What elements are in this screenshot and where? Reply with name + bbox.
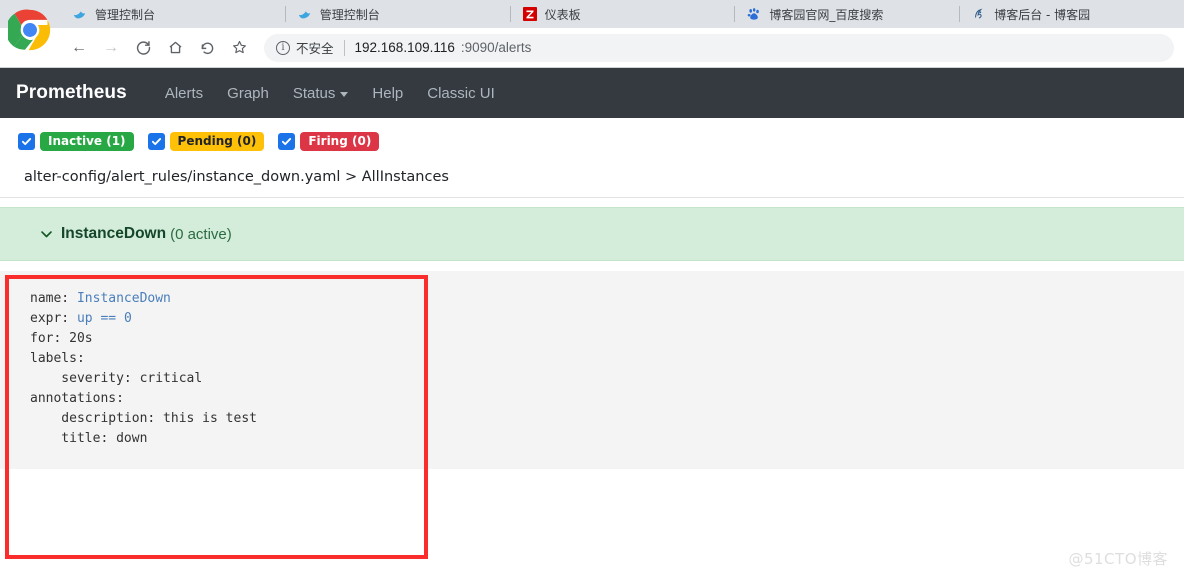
prometheus-navbar: Prometheus Alerts Graph Status Help Clas… bbox=[0, 68, 1184, 118]
browser-tab-4[interactable]: 博客后台 - 博客园 bbox=[959, 0, 1184, 28]
alert-rule-name: InstanceDown bbox=[61, 225, 167, 242]
nav-label: Alerts bbox=[164, 84, 204, 102]
chrome-logo-slot bbox=[0, 0, 60, 51]
alert-header-content: InstanceDown (0 active) bbox=[40, 225, 232, 243]
breadcrumb-group: AllInstances bbox=[361, 169, 449, 185]
breadcrumb-separator: > bbox=[344, 169, 358, 185]
checkbox-checked-icon[interactable] bbox=[278, 133, 296, 150]
browser-tab-3[interactable]: 博客园官网_百度搜索 bbox=[734, 0, 960, 28]
browser-tab-title: 博客园官网_百度搜索 bbox=[769, 7, 884, 22]
filter-firing[interactable]: Firing (0) bbox=[278, 132, 380, 151]
yaml-expr-number: 0 bbox=[123, 311, 132, 326]
yaml-expr-key: expr: bbox=[30, 311, 70, 326]
prometheus-brand[interactable]: Prometheus bbox=[16, 82, 127, 104]
yaml-description-line: description: this is test bbox=[30, 411, 257, 426]
yaml-expr-metric: up bbox=[76, 311, 93, 326]
breadcrumb: alter-config/alert_rules/instance_down.y… bbox=[0, 163, 1184, 198]
badge-firing: Firing (0) bbox=[300, 132, 380, 151]
breadcrumb-file: alter-config/alert_rules/instance_down.y… bbox=[24, 169, 341, 185]
browser-toolbar: ← → i 不安全 192.168.109.116 :9090/alerts bbox=[0, 28, 1184, 68]
badge-pending: Pending (0) bbox=[169, 132, 265, 151]
url-host: 192.168.109.116 bbox=[354, 40, 455, 55]
browser-tab-1[interactable]: 管理控制台 bbox=[284, 0, 510, 28]
bird-icon bbox=[297, 6, 313, 22]
watermark: @51CTO博客 bbox=[1068, 550, 1168, 568]
bookmark-star-icon[interactable] bbox=[224, 33, 254, 63]
info-icon[interactable]: i bbox=[276, 40, 290, 55]
reload-icon[interactable] bbox=[128, 33, 158, 63]
nav-label: Classic UI bbox=[427, 84, 495, 102]
nav-link-classic-ui[interactable]: Classic UI bbox=[415, 85, 507, 102]
chevron-down-icon bbox=[340, 91, 349, 97]
chevron-down-icon[interactable] bbox=[40, 228, 53, 241]
browser-tab-0[interactable]: 管理控制台 bbox=[60, 0, 285, 28]
nav-label: Status bbox=[292, 84, 336, 102]
alert-state-filters: Inactive (1) Pending (0) Firing (0) bbox=[0, 118, 1184, 163]
browser-tab-title: 管理控制台 bbox=[319, 7, 380, 22]
home-icon[interactable] bbox=[160, 33, 190, 63]
browser-tab-title: 管理控制台 bbox=[95, 7, 156, 22]
url-path: :9090/alerts bbox=[460, 40, 532, 55]
checkbox-checked-icon[interactable] bbox=[147, 133, 165, 150]
nav-label: Graph bbox=[227, 84, 269, 102]
zabbix-z-icon bbox=[522, 6, 538, 22]
browser-tab-title: 博客后台 - 博客园 bbox=[994, 7, 1091, 22]
yaml-title-line: title: down bbox=[30, 431, 148, 446]
nav-link-alerts[interactable]: Alerts bbox=[153, 85, 215, 102]
security-status-label: 不安全 bbox=[296, 41, 334, 56]
checkbox-checked-icon[interactable] bbox=[18, 133, 35, 150]
yaml-name-key: name: bbox=[30, 291, 70, 306]
browser-tab-title: 仪表板 bbox=[544, 7, 581, 22]
alert-rule-yaml: name: InstanceDown expr: up == 0 for: 20… bbox=[0, 271, 1184, 469]
yaml-expr-operator: == bbox=[100, 311, 117, 326]
yaml-annotations-line: annotations: bbox=[30, 391, 124, 406]
history-icon[interactable] bbox=[192, 33, 222, 63]
badge-inactive: Inactive (1) bbox=[40, 132, 134, 151]
nav-link-help[interactable]: Help bbox=[360, 85, 415, 102]
page-viewport: Prometheus Alerts Graph Status Help Clas… bbox=[0, 68, 1184, 579]
chrome-logo-icon bbox=[8, 9, 51, 51]
address-bar[interactable]: i 不安全 192.168.109.116 :9090/alerts bbox=[264, 33, 1174, 62]
baidu-paw-icon bbox=[746, 6, 762, 22]
yaml-name-value: InstanceDown bbox=[76, 291, 171, 306]
omnibox-divider bbox=[343, 39, 345, 56]
alert-rule-header[interactable]: InstanceDown (0 active) bbox=[0, 207, 1184, 261]
alert-active-count: (0 active) bbox=[170, 225, 232, 243]
back-button[interactable]: ← bbox=[64, 33, 94, 63]
browser-tab-2[interactable]: 仪表板 bbox=[509, 0, 735, 28]
nav-label: Help bbox=[372, 84, 404, 102]
yaml-severity-line: severity: critical bbox=[30, 371, 203, 386]
nav-link-graph[interactable]: Graph bbox=[215, 85, 281, 102]
forward-button[interactable]: → bbox=[96, 33, 126, 63]
cnblogs-icon bbox=[971, 6, 987, 22]
filter-inactive[interactable]: Inactive (1) bbox=[18, 132, 134, 151]
yaml-for-line: for: 20s bbox=[30, 331, 93, 346]
browser-tab-strip: 管理控制台 管理控制台 仪表板 博客园官网_百度搜索 博客后台 - 博客园 bbox=[0, 0, 1184, 51]
yaml-labels-line: labels: bbox=[30, 351, 85, 366]
bird-icon bbox=[72, 6, 88, 22]
filter-pending[interactable]: Pending (0) bbox=[147, 132, 265, 151]
nav-link-status[interactable]: Status bbox=[281, 85, 361, 102]
